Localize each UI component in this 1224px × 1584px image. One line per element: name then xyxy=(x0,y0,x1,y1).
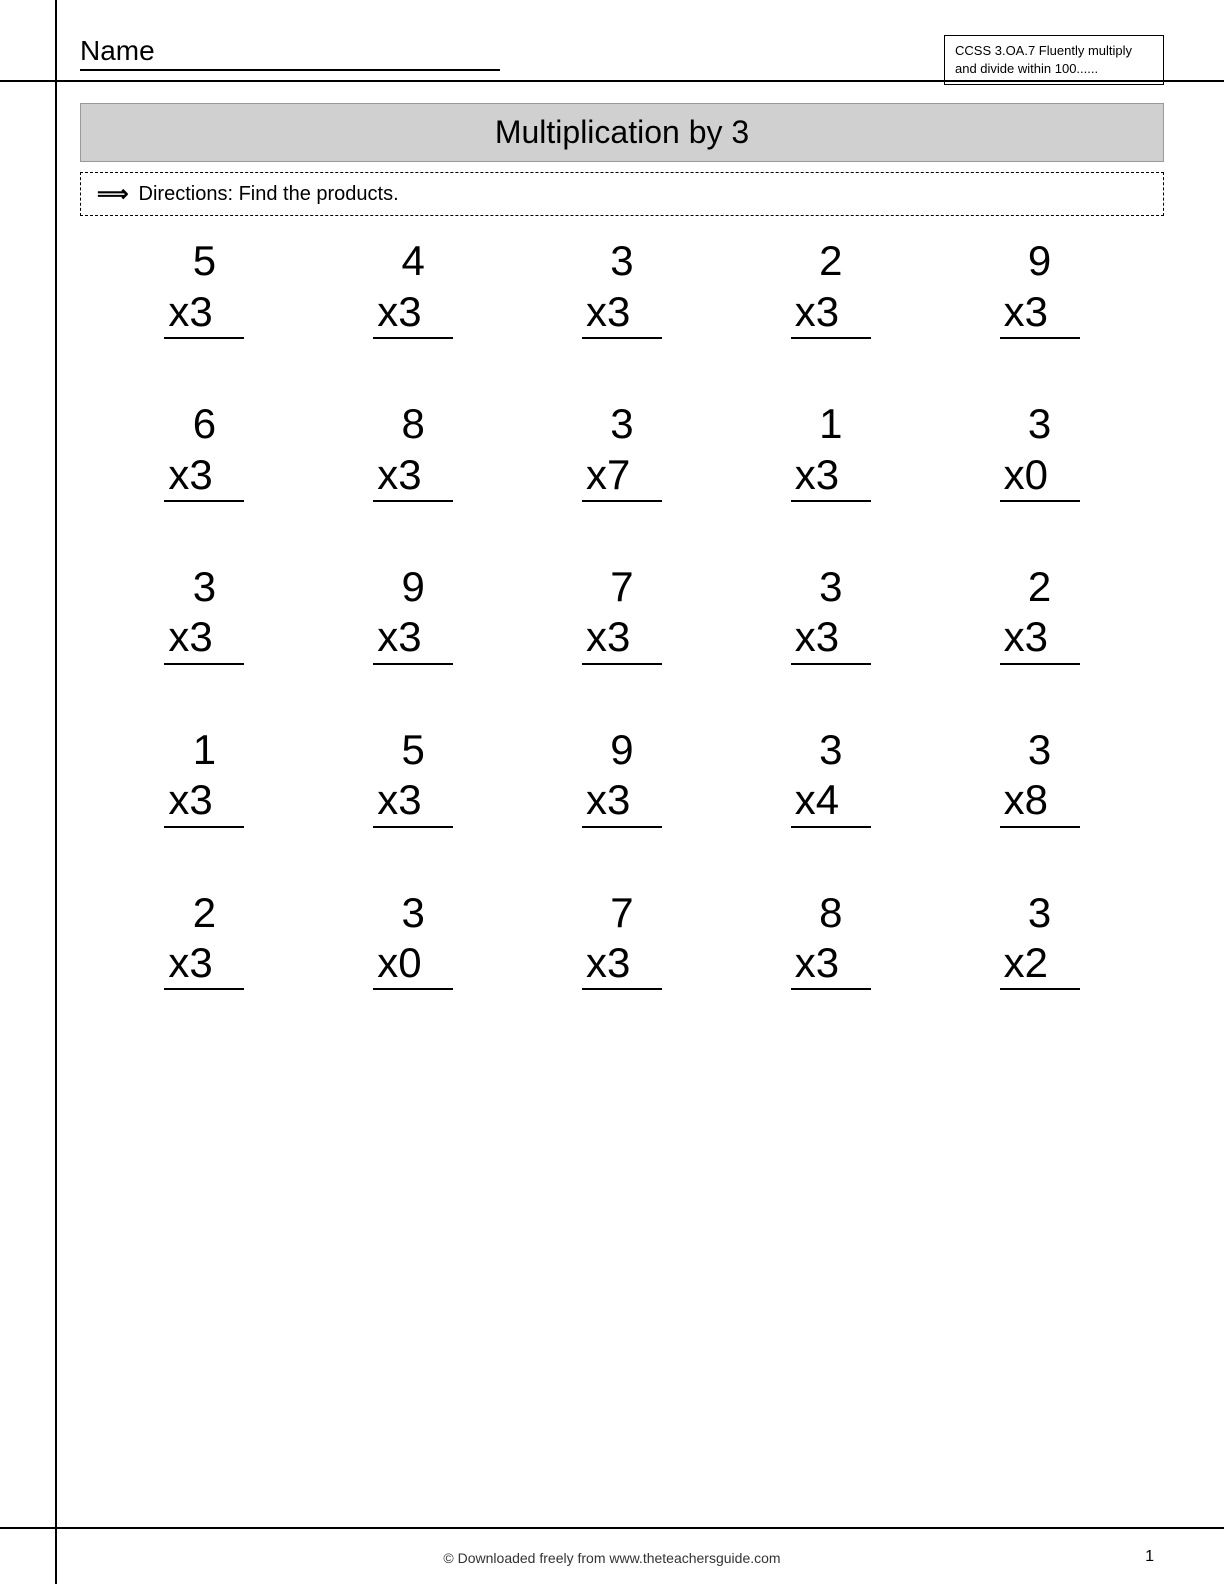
problem-5-5: 3 x2 xyxy=(960,888,1120,991)
multiplicand: 7 xyxy=(610,888,633,938)
multiplicand: 8 xyxy=(819,888,842,938)
problem-5-4: 8 x3 xyxy=(751,888,911,991)
multiplicand: 3 xyxy=(610,399,633,449)
multiplicand: 5 xyxy=(402,725,425,775)
problems-row-3: 3 x3 9 x3 7 x3 3 x3 2 x3 xyxy=(100,562,1144,665)
multiplicand: 9 xyxy=(610,725,633,775)
problem-1-2: 4 x3 xyxy=(333,236,493,339)
multiplicand: 3 xyxy=(1028,888,1051,938)
directions-text: Directions: Find the products. xyxy=(139,183,399,206)
multiplier: x3 xyxy=(1000,287,1080,339)
multiplier: x3 xyxy=(373,775,453,827)
problem-2-2: 8 x3 xyxy=(333,399,493,502)
problem-3-3: 7 x3 xyxy=(542,562,702,665)
problem-5-1: 2 x3 xyxy=(124,888,284,991)
multiplier: x3 xyxy=(582,938,662,990)
problems-row-1: 5 x3 4 x3 3 x3 2 x3 9 x3 xyxy=(100,236,1144,339)
multiplicand: 3 xyxy=(819,725,842,775)
problem-1-3: 3 x3 xyxy=(542,236,702,339)
problem-1-4: 2 x3 xyxy=(751,236,911,339)
multiplier: x3 xyxy=(373,450,453,502)
problem-2-5: 3 x0 xyxy=(960,399,1120,502)
multiplier: x3 xyxy=(373,612,453,664)
problem-2-4: 1 x3 xyxy=(751,399,911,502)
multiplier: x3 xyxy=(791,450,871,502)
problem-3-2: 9 x3 xyxy=(333,562,493,665)
multiplier: x3 xyxy=(164,938,244,990)
multiplier: x3 xyxy=(164,450,244,502)
multiplicand: 3 xyxy=(1028,725,1051,775)
multiplicand: 7 xyxy=(610,562,633,612)
problem-4-4: 3 x4 xyxy=(751,725,911,828)
worksheet-page: Name CCSS 3.OA.7 Fluently multiply and d… xyxy=(0,0,1224,1584)
problem-1-5: 9 x3 xyxy=(960,236,1120,339)
multiplier: x3 xyxy=(791,938,871,990)
multiplier: x7 xyxy=(582,450,662,502)
directions-box: ⟹ Directions: Find the products. xyxy=(80,172,1164,216)
problem-3-1: 3 x3 xyxy=(124,562,284,665)
problem-4-1: 1 x3 xyxy=(124,725,284,828)
problem-1-1: 5 x3 xyxy=(124,236,284,339)
problem-2-3: 3 x7 xyxy=(542,399,702,502)
problems-row-2: 6 x3 8 x3 3 x7 1 x3 3 x0 xyxy=(100,399,1144,502)
multiplicand: 5 xyxy=(193,236,216,286)
header: Name CCSS 3.OA.7 Fluently multiply and d… xyxy=(80,30,1164,85)
multiplicand: 9 xyxy=(402,562,425,612)
multiplicand: 6 xyxy=(193,399,216,449)
multiplicand: 1 xyxy=(193,725,216,775)
problem-3-5: 2 x3 xyxy=(960,562,1120,665)
problems-row-5: 2 x3 3 x0 7 x3 8 x3 3 x2 xyxy=(100,888,1144,991)
problem-4-2: 5 x3 xyxy=(333,725,493,828)
multiplicand: 8 xyxy=(402,399,425,449)
multiplicand: 1 xyxy=(819,399,842,449)
multiplier: x3 xyxy=(1000,612,1080,664)
multiplier: x3 xyxy=(582,287,662,339)
multiplicand: 3 xyxy=(1028,399,1051,449)
multiplier: x3 xyxy=(164,775,244,827)
ccss-standard: CCSS 3.OA.7 Fluently multiply and divide… xyxy=(944,35,1164,85)
multiplier: x4 xyxy=(791,775,871,827)
multiplier: x2 xyxy=(1000,938,1080,990)
multiplicand: 3 xyxy=(402,888,425,938)
problem-4-3: 9 x3 xyxy=(542,725,702,828)
border-top xyxy=(0,80,1224,82)
multiplicand: 3 xyxy=(610,236,633,286)
multiplier: x3 xyxy=(164,287,244,339)
multiplier: x3 xyxy=(582,612,662,664)
multiplicand: 9 xyxy=(1028,236,1051,286)
border-bottom xyxy=(0,1527,1224,1529)
border-left xyxy=(55,0,57,1584)
problem-2-1: 6 x3 xyxy=(124,399,284,502)
name-label: Name xyxy=(80,35,500,71)
multiplicand: 2 xyxy=(819,236,842,286)
worksheet-title: Multiplication by 3 xyxy=(80,103,1164,162)
multiplicand: 3 xyxy=(193,562,216,612)
problem-4-5: 3 x8 xyxy=(960,725,1120,828)
problem-3-4: 3 x3 xyxy=(751,562,911,665)
problems-section: 5 x3 4 x3 3 x3 2 x3 9 x3 6 xyxy=(80,236,1164,990)
multiplier: x0 xyxy=(1000,450,1080,502)
page-number: 1 xyxy=(1145,1548,1154,1566)
multiplier: x8 xyxy=(1000,775,1080,827)
multiplicand: 2 xyxy=(1028,562,1051,612)
multiplicand: 3 xyxy=(819,562,842,612)
problems-row-4: 1 x3 5 x3 9 x3 3 x4 3 x8 xyxy=(100,725,1144,828)
multiplier: x3 xyxy=(791,612,871,664)
multiplier: x0 xyxy=(373,938,453,990)
multiplicand: 4 xyxy=(402,236,425,286)
problem-5-2: 3 x0 xyxy=(333,888,493,991)
multiplier: x3 xyxy=(373,287,453,339)
multiplier: x3 xyxy=(164,612,244,664)
copyright-text: © Downloaded freely from www.theteachers… xyxy=(443,1550,780,1566)
multiplier: x3 xyxy=(791,287,871,339)
multiplier: x3 xyxy=(582,775,662,827)
arrow-icon: ⟹ xyxy=(97,181,129,207)
footer: © Downloaded freely from www.theteachers… xyxy=(0,1550,1224,1566)
problem-5-3: 7 x3 xyxy=(542,888,702,991)
multiplicand: 2 xyxy=(193,888,216,938)
